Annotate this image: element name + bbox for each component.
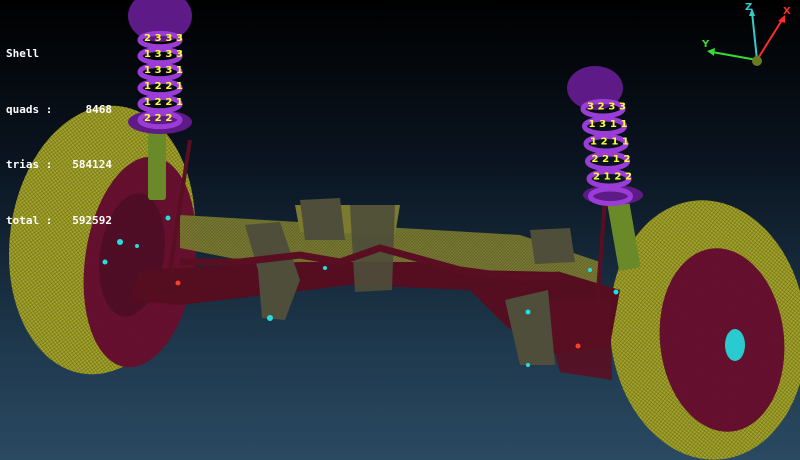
stat-total: total : 592592 [6,212,112,231]
mesh-id-label: 1 [176,65,183,76]
mesh-id-label: 2 [144,33,151,44]
z-axis-line [751,11,758,61]
mesh-id-label: 2 [165,97,172,108]
stats-title: Shell [6,47,40,60]
stat-quads-label: quads : [6,102,53,116]
mesh-id-label: 2 [601,137,608,148]
mesh-id-label: 1 [590,137,597,148]
mesh-id-label: 2 [592,154,599,165]
stat-total-label: total : [6,213,53,227]
mesh-id-label: 3 [587,102,594,113]
mesh-id-label: 1 [611,137,618,148]
mesh-id-label: 2 [165,81,172,92]
mesh-id-label: 3 [165,33,172,44]
y-axis-line [711,51,758,61]
mesh-id-label: 3 [176,33,183,44]
left-lower-arm[interactable] [130,262,470,305]
stat-quads: quads : 8468 [6,101,112,120]
mesh-id-label: 1 [621,119,628,130]
3d-viewport[interactable]: 2 3 3 31 3 3 31 3 3 11 2 2 11 2 2 12 2 2 3 2 3 31 3 1 11 2 1 12 2 1 2… [0,0,800,460]
mesh-id-label: 2 [598,102,605,113]
mesh-id-label: 2 [593,172,600,183]
mesh-id-label: 1 [176,97,183,108]
mesh-id-label: 3 [165,49,172,60]
mesh-id-label: 3 [608,102,615,113]
stat-total-value: 592592 [72,213,112,227]
mesh-id-label: 1 [144,49,151,60]
mesh-id-label: 1 [144,97,151,108]
mesh-id-label: 1 [144,81,151,92]
mesh-id-label: 3 [599,119,606,130]
mesh-id-label: 2 [614,172,621,183]
mesh-id-label: 3 [155,49,162,60]
mesh-id-label: 3 [165,65,172,76]
mesh-id-label: 1 [622,137,629,148]
mesh-id-label: 1 [589,119,596,130]
x-axis-line [756,19,783,61]
mesh-id-label: 1 [610,119,617,130]
mesh-id-label: 1 [604,172,611,183]
axis-triad[interactable]: Z Y X [690,0,800,80]
mesh-statistics-panel: Shell quads : 8468 trias : 584124 total … [6,8,112,249]
x-axis-label: X [783,6,791,17]
mesh-id-label: 2 [155,97,162,108]
triad-origin [752,56,762,66]
mesh-id-label: 2 [155,81,162,92]
mesh-id-label: 2 [625,172,632,183]
mesh-id-label: 3 [176,49,183,60]
mesh-id-label: 2 [165,113,172,124]
z-axis-label: Z [745,2,752,13]
mesh-id-label: 1 [613,154,620,165]
stat-quads-value: 8468 [85,102,113,116]
mesh-id-label: 2 [602,154,609,165]
mesh-id-label: 3 [155,65,162,76]
y-axis-label: Y [701,39,710,50]
stat-trias: trias : 584124 [6,156,112,175]
mesh-id-label: 3 [619,102,626,113]
mesh-id-label: 1 [144,65,151,76]
mesh-id-label: 1 [176,81,183,92]
mesh-id-label: 3 [155,33,162,44]
mesh-id-label: 2 [155,113,162,124]
mesh-id-label: 2 [144,113,151,124]
stat-trias-value: 584124 [72,158,112,171]
mesh-id-label: 2 [624,154,631,165]
stat-trias-label: trias : [6,158,53,171]
